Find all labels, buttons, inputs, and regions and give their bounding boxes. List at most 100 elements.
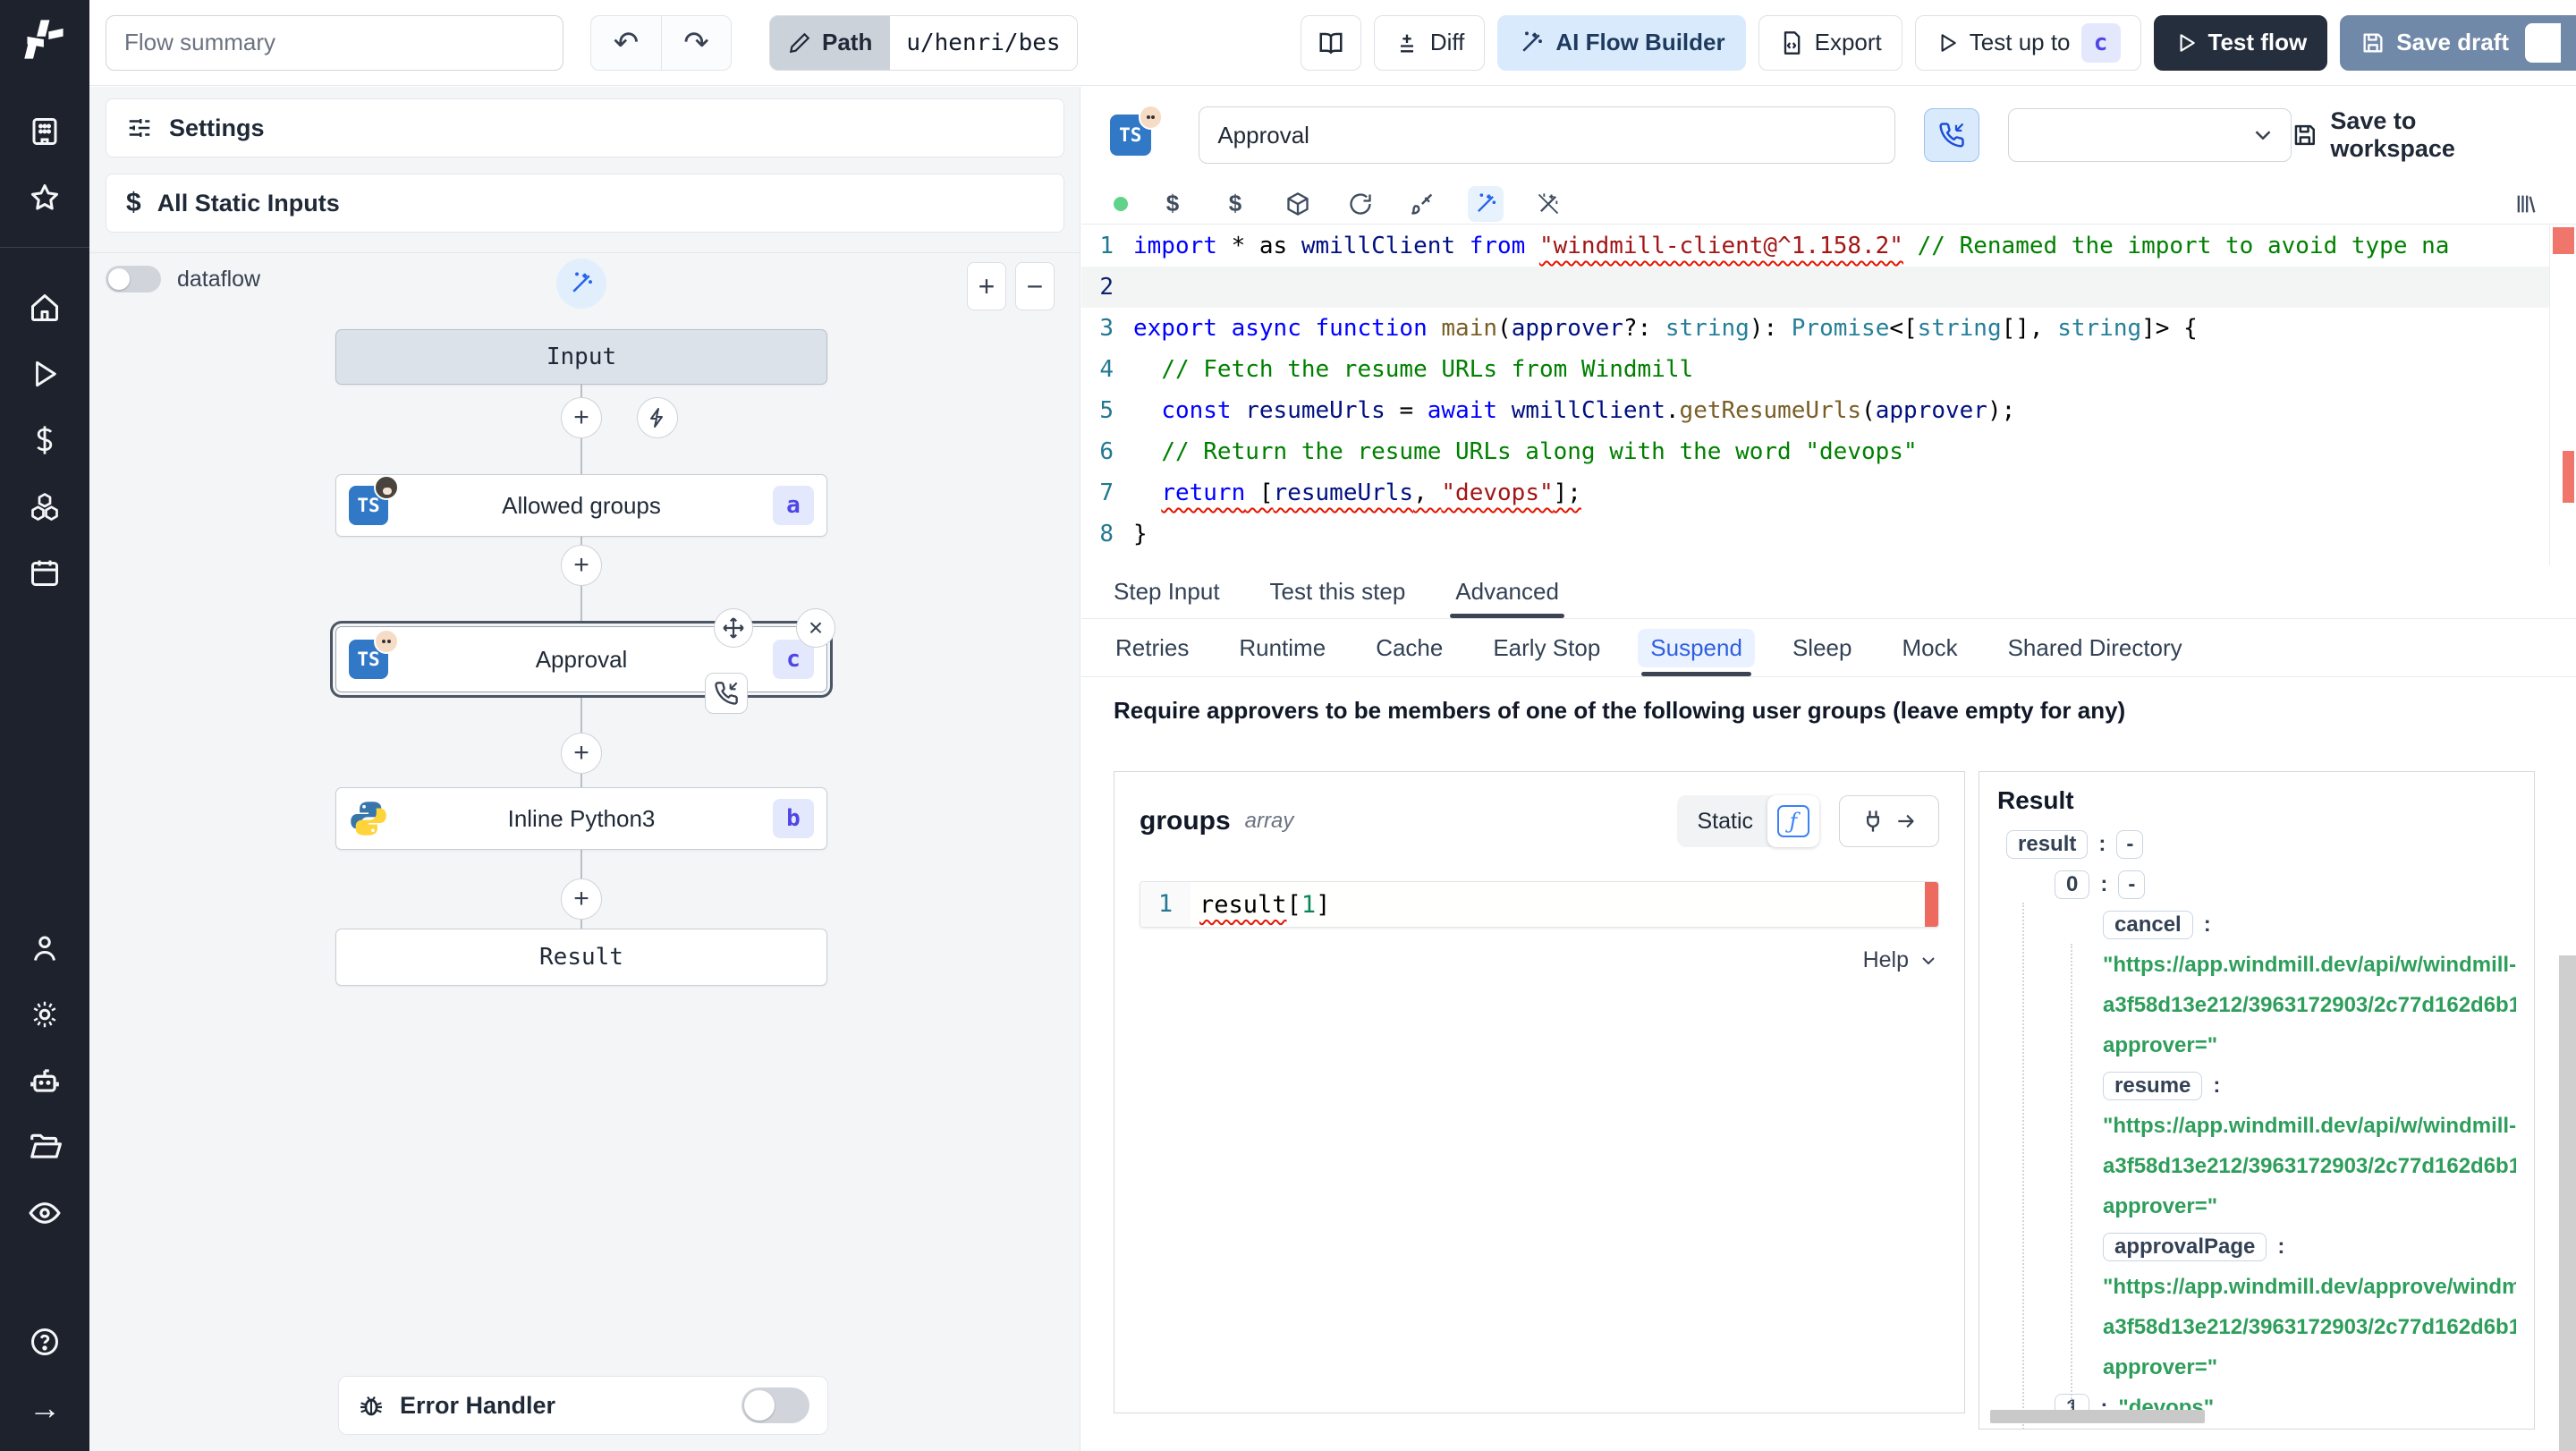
- result-tree-row[interactable]: result: -: [1997, 824, 2516, 864]
- settings-gear-icon[interactable]: [16, 986, 73, 1043]
- save-draft-button[interactable]: Save draft: [2340, 14, 2576, 71]
- dataflow-toggle[interactable]: [106, 266, 161, 293]
- test-up-to-button[interactable]: Test up to c: [1914, 14, 2141, 71]
- variables-icon[interactable]: [16, 412, 73, 469]
- connect-input-button[interactable]: [1839, 795, 1939, 847]
- resources-icon[interactable]: [16, 478, 73, 535]
- workers-robot-icon[interactable]: [16, 1052, 73, 1109]
- code-line[interactable]: 5 const resumeUrls = await wmillClient.g…: [1081, 390, 2576, 431]
- assets-icon[interactable]: $: [1155, 186, 1191, 222]
- result-tree-row[interactable]: 0:-: [1997, 864, 2516, 904]
- help-icon[interactable]: [16, 1313, 73, 1370]
- format-brush-icon[interactable]: [1405, 186, 1441, 222]
- reload-icon[interactable]: [1343, 186, 1378, 222]
- subtab-shared-directory[interactable]: Shared Directory: [2006, 620, 2184, 676]
- home-icon[interactable]: [16, 279, 73, 336]
- code-line[interactable]: 3 export async function main(approver?: s…: [1081, 308, 2576, 349]
- favorites-icon[interactable]: [16, 169, 73, 226]
- code-line[interactable]: 6 // Return the resume URLs along with t…: [1081, 431, 2576, 472]
- tab-test-this-step[interactable]: Test this step: [1270, 565, 1406, 618]
- undo-button[interactable]: ↶: [591, 16, 661, 70]
- code-line[interactable]: 2: [1081, 267, 2576, 308]
- graph-node-allowed-groups[interactable]: TS Allowed groups a: [335, 474, 827, 537]
- subtab-retries[interactable]: Retries: [1114, 620, 1191, 676]
- save-to-workspace-label: Save to workspace: [2330, 107, 2455, 162]
- subtab-runtime[interactable]: Runtime: [1237, 620, 1327, 676]
- result-tree-row[interactable]: approvalPage:: [1997, 1226, 2516, 1267]
- collapse-toggle[interactable]: -: [2118, 870, 2146, 899]
- json-key-chip[interactable]: cancel: [2103, 910, 2193, 939]
- windmill-logo-icon[interactable]: [21, 16, 68, 63]
- static-mode-toggle[interactable]: Static ƒ: [1677, 795, 1819, 847]
- package-icon[interactable]: [1280, 186, 1316, 222]
- path-control[interactable]: Path u/henri/bes: [769, 14, 1078, 71]
- docs-button[interactable]: [1300, 14, 1361, 71]
- subtab-cache[interactable]: Cache: [1374, 620, 1445, 676]
- diff-button[interactable]: Diff: [1373, 14, 1486, 71]
- json-key-chip[interactable]: 0: [2055, 870, 2090, 899]
- subtab-sleep[interactable]: Sleep: [1791, 620, 1854, 676]
- export-button[interactable]: Export: [1758, 14, 1902, 71]
- json-key-chip[interactable]: approvalPage: [2103, 1232, 2267, 1261]
- folders-icon[interactable]: [16, 1118, 73, 1175]
- subtab-early-stop[interactable]: Early Stop: [1491, 620, 1602, 676]
- all-static-inputs-button[interactable]: $ All Static Inputs: [106, 174, 1064, 233]
- flow-summary-input[interactable]: [106, 14, 564, 71]
- ai-flow-builder-button[interactable]: AI Flow Builder: [1497, 14, 1746, 71]
- graph-result-node[interactable]: Result: [335, 929, 827, 986]
- code-line[interactable]: 4 // Fetch the resume URLs from Windmill: [1081, 349, 2576, 390]
- workspace-icon[interactable]: [16, 103, 73, 160]
- error-handler-card[interactable]: Error Handler: [338, 1376, 828, 1435]
- code-line[interactable]: 8}: [1081, 513, 2576, 555]
- move-node-button[interactable]: [714, 608, 753, 648]
- add-step-button[interactable]: +: [561, 397, 602, 438]
- add-step-button[interactable]: +: [561, 878, 602, 920]
- schedules-icon[interactable]: [16, 544, 73, 601]
- graph-node-inline-python3[interactable]: Inline Python3 b: [335, 787, 827, 850]
- runs-icon[interactable]: [16, 345, 73, 403]
- collapse-toggle[interactable]: -: [2116, 829, 2144, 859]
- zoom-out-button[interactable]: −: [1015, 262, 1055, 310]
- baby-emoji-icon: [374, 629, 399, 654]
- graph-input-node[interactable]: Input: [335, 329, 827, 385]
- flow-settings-button[interactable]: Settings: [106, 98, 1064, 157]
- expression-mode-button[interactable]: ƒ: [1767, 795, 1819, 847]
- tab-step-input[interactable]: Step Input: [1114, 565, 1220, 618]
- horizontal-scrollbar-thumb[interactable]: [1990, 1410, 2205, 1423]
- code-line[interactable]: 1 import * as wmillClient from "windmill-…: [1081, 225, 2576, 267]
- save-to-workspace-button[interactable]: Save to workspace: [2292, 107, 2546, 163]
- collapse-arrow-icon[interactable]: →: [16, 1379, 73, 1437]
- code-editor[interactable]: 1 import * as wmillClient from "windmill-…: [1081, 225, 2576, 565]
- library-icon[interactable]: [2508, 186, 2544, 222]
- test-flow-button[interactable]: Test flow: [2153, 14, 2328, 71]
- add-step-button[interactable]: +: [561, 733, 602, 774]
- json-key-chip[interactable]: result: [2006, 829, 2089, 859]
- add-trigger-button[interactable]: [637, 397, 678, 438]
- step-name-input[interactable]: [1199, 106, 1896, 164]
- result-tree-row[interactable]: cancel:: [1997, 904, 2516, 945]
- subtab-suspend[interactable]: Suspend: [1638, 620, 1755, 676]
- subtab-mock[interactable]: Mock: [1900, 620, 1959, 676]
- graph-node-approval[interactable]: TS Approval c: [335, 626, 827, 692]
- user-icon[interactable]: [16, 920, 73, 977]
- tab-advanced[interactable]: Advanced: [1450, 565, 1564, 618]
- help-dropdown[interactable]: Help: [1140, 947, 1939, 973]
- json-key-chip[interactable]: resume: [2103, 1071, 2203, 1100]
- suspend-phone-button[interactable]: [1924, 108, 1979, 162]
- line-number: 6: [1099, 438, 1114, 465]
- variables-icon[interactable]: $: [1217, 186, 1253, 222]
- delete-node-button[interactable]: ×: [796, 608, 835, 648]
- redo-button[interactable]: ↷: [661, 15, 731, 70]
- result-tree-row[interactable]: resume:: [1997, 1065, 2516, 1106]
- audit-eye-icon[interactable]: [16, 1184, 73, 1242]
- error-handler-toggle[interactable]: [741, 1387, 809, 1423]
- ai-off-icon[interactable]: [1530, 186, 1566, 222]
- version-select[interactable]: [2007, 108, 2292, 162]
- code-line[interactable]: 7 return [resumeUrls, "devops"];: [1081, 472, 2576, 513]
- add-step-button[interactable]: +: [561, 545, 602, 586]
- groups-expression-editor[interactable]: 1 result[1]: [1140, 881, 1939, 928]
- ai-graph-wand-button[interactable]: [556, 259, 606, 309]
- vertical-scrollbar-thumb[interactable]: [2559, 955, 2576, 1451]
- ai-assistant-icon[interactable]: [1468, 185, 1504, 222]
- zoom-in-button[interactable]: +: [967, 262, 1006, 310]
